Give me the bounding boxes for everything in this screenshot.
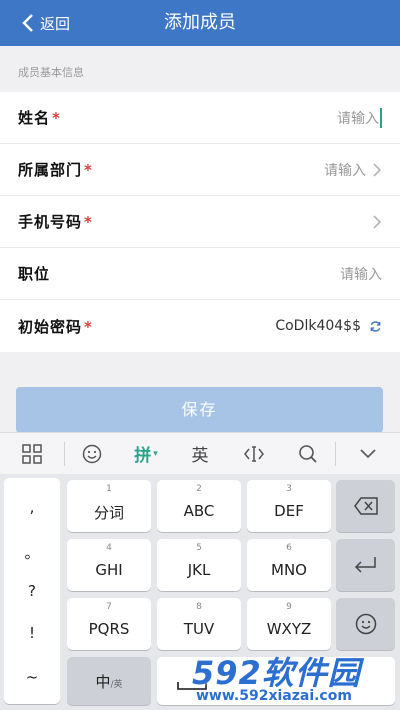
required-mark: *: [84, 213, 93, 231]
key-1[interactable]: 1 分词: [67, 480, 151, 532]
key-8[interactable]: 8 TUV: [157, 598, 241, 650]
chevron-right-icon: [373, 162, 382, 177]
name-input[interactable]: 请输入: [337, 107, 382, 128]
back-label: 返回: [40, 14, 71, 33]
section-label: 成员基本信息: [18, 66, 84, 79]
punctuation-column: , 。 ? ! ~: [4, 478, 60, 704]
grid-menu-icon[interactable]: [0, 433, 64, 475]
emoji-icon[interactable]: [65, 433, 119, 475]
chevron-right-icon: [373, 214, 382, 229]
search-icon[interactable]: [281, 433, 335, 475]
key-4[interactable]: 4 GHI: [67, 539, 151, 591]
cursor-move-icon[interactable]: [227, 433, 281, 475]
required-mark: *: [84, 317, 93, 336]
lang-switch-key[interactable]: 中/英: [67, 657, 151, 705]
watermark-url: www.592xiazai.com: [196, 688, 352, 704]
field-label: 手机号码 *: [18, 213, 93, 231]
chevron-left-icon: [22, 14, 33, 32]
field-label: 姓名 *: [18, 109, 61, 127]
password-value[interactable]: CoDlk404$$: [275, 318, 382, 334]
phone-field[interactable]: 手机号码 *: [0, 196, 400, 248]
keyboard-toolbar: 拼 ▾ 英: [0, 432, 400, 474]
enter-key[interactable]: [336, 539, 395, 591]
punct-key[interactable]: 。: [4, 542, 60, 563]
field-label: 所属部门 *: [18, 161, 93, 179]
watermark-logo: 592软件园 www.592xiazai.com: [192, 648, 400, 710]
enter-icon: [354, 557, 376, 573]
key-6[interactable]: 6 MNO: [247, 539, 331, 591]
key-2[interactable]: 2 ABC: [157, 480, 241, 532]
text-cursor: [380, 107, 382, 128]
department-field[interactable]: 所属部门 * 请输入: [0, 144, 400, 196]
position-input[interactable]: 请输入: [340, 264, 382, 284]
top-nav-bar: 返回 添加成员: [0, 0, 400, 46]
english-mode-button[interactable]: 英: [173, 433, 227, 475]
key-3[interactable]: 3 DEF: [247, 480, 331, 532]
save-button[interactable]: 保存: [16, 387, 383, 433]
key-5[interactable]: 5 JKL: [157, 539, 241, 591]
required-mark: *: [84, 161, 93, 179]
punct-key[interactable]: ?: [4, 582, 60, 600]
key-7[interactable]: 7 PQRS: [67, 598, 151, 650]
pinyin-mode-button[interactable]: 拼 ▾: [119, 433, 173, 475]
position-field[interactable]: 职位 请输入: [0, 248, 400, 300]
field-label: 初始密码 *: [18, 317, 93, 336]
collapse-keyboard-icon[interactable]: [336, 433, 400, 475]
emoji-icon: [355, 613, 377, 635]
punct-key[interactable]: ,: [4, 498, 60, 516]
emoji-key[interactable]: [336, 598, 395, 650]
backspace-icon: [354, 497, 378, 515]
punct-key[interactable]: !: [4, 624, 60, 642]
punct-key[interactable]: ~: [4, 668, 60, 686]
field-label: 职位: [18, 265, 51, 283]
member-form: 姓名 * 请输入 所属部门 * 请输入 手机号码 * 职位 请输入 初始密码 * CoD…: [0, 92, 400, 352]
phone-input[interactable]: [366, 214, 382, 229]
department-select[interactable]: 请输入: [324, 160, 382, 180]
key-9[interactable]: 9 WXYZ: [247, 598, 331, 650]
password-field[interactable]: 初始密码 * CoDlk404$$: [0, 300, 400, 352]
refresh-icon[interactable]: [369, 320, 382, 333]
backspace-key[interactable]: [336, 480, 395, 532]
required-mark: *: [52, 109, 61, 127]
dropdown-arrow-icon: ▾: [153, 448, 158, 459]
name-field[interactable]: 姓名 * 请输入: [0, 92, 400, 144]
back-button[interactable]: 返回: [22, 0, 70, 46]
